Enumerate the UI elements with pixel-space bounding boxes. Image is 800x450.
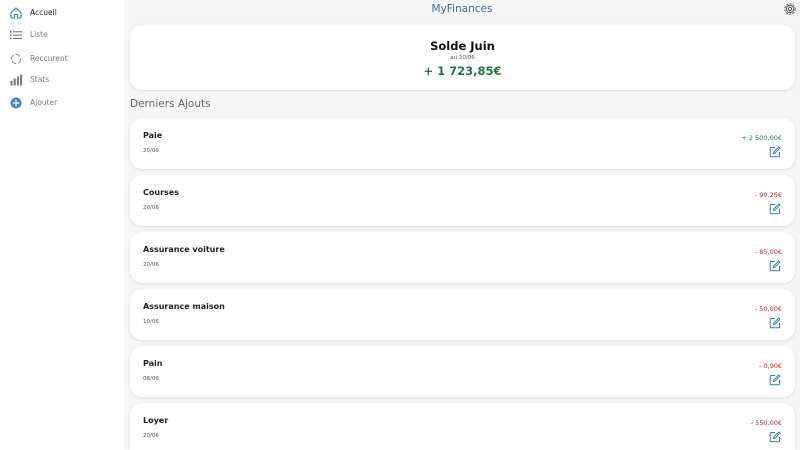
balance-amount: + 1 723,85€ [423,64,502,78]
edit-icon[interactable] [769,317,781,329]
entry-label: Assurance voiture [143,245,225,254]
entry-label: Pain [143,359,163,368]
list-item[interactable]: Courses 20/06 - 90,25€ [130,175,795,226]
entry-amount: - 550,00€ [750,419,782,427]
edit-icon[interactable] [769,374,781,386]
sidebar-item-label: Accueil [30,8,57,17]
app-title: MyFinances [431,3,493,15]
balance-date: au 20/06 [450,55,475,61]
sidebar-item-ajouter[interactable]: Ajouter [0,93,124,113]
sidebar-item-label: Stats [30,75,50,84]
list-item[interactable]: Pain 08/06 - 0,90€ [130,346,795,397]
balance-title: Solde Juin [430,39,495,53]
entry-date: 20/06 [143,433,159,439]
sidebar: Accueil Liste Reccurent Stats Ajouter [0,0,124,450]
entry-date: 20/06 [143,262,159,268]
add-icon [9,96,23,110]
entry-amount: - 50,00€ [754,305,782,313]
entry-amount: + 2 500,00€ [741,134,782,142]
edit-icon[interactable] [769,431,781,443]
home-icon [9,6,23,20]
entry-date: 10/06 [143,319,159,325]
entry-date: 20/06 [143,148,159,154]
entry-label: Loyer [143,416,169,425]
sidebar-item-label: Ajouter [30,98,58,107]
sidebar-item-label: Reccurent [30,54,68,63]
entry-label: Paie [143,131,163,140]
list-item[interactable]: Paie 20/06 + 2 500,00€ [130,118,795,169]
sidebar-item-liste[interactable]: Liste [0,25,124,45]
sidebar-item-reccurent[interactable]: Reccurent [0,49,124,69]
balance-card: Solde Juin au 20/06 + 1 723,85€ [130,25,795,90]
recurring-icon [9,52,23,66]
entry-amount: - 90,25€ [754,191,782,199]
entry-date: 08/06 [143,376,159,382]
entry-label: Assurance maison [143,302,225,311]
entry-amount: - 85,00€ [754,248,782,256]
edit-icon[interactable] [769,260,781,272]
entry-label: Courses [143,188,179,197]
list-item[interactable]: Loyer 20/06 - 550,00€ [130,403,795,450]
entry-date: 20/06 [143,205,159,211]
stats-icon [9,73,23,87]
list-item[interactable]: Assurance maison 10/06 - 50,00€ [130,289,795,340]
section-title: Derniers Ajouts [130,98,211,110]
sidebar-item-label: Liste [30,30,48,39]
list-icon [9,28,23,42]
edit-icon[interactable] [769,203,781,215]
list-item[interactable]: Assurance voiture 20/06 - 85,00€ [130,232,795,283]
gear-icon[interactable] [782,1,798,17]
sidebar-item-accueil[interactable]: Accueil [0,3,124,23]
edit-icon[interactable] [769,146,781,158]
entry-amount: - 0,90€ [758,362,782,370]
sidebar-item-stats[interactable]: Stats [0,70,124,90]
